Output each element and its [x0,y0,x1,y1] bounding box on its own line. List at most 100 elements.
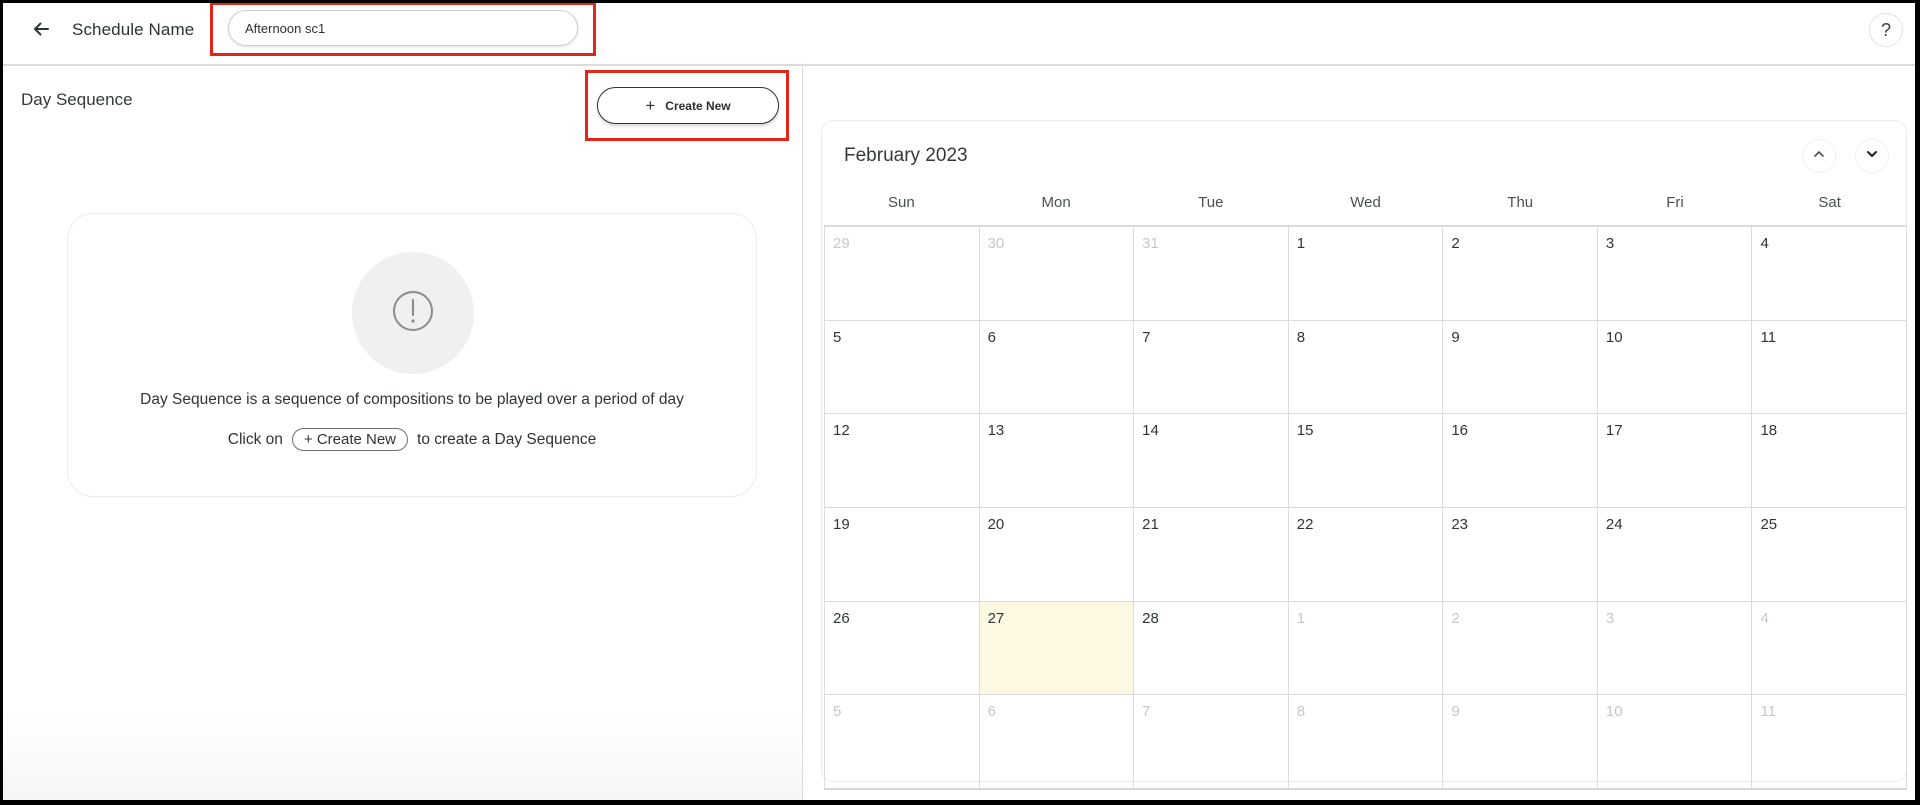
day-number: 19 [833,516,850,534]
day-number: 3 [1605,609,1615,627]
day-number: 9 [1451,703,1460,721]
help-button[interactable]: ? [1869,13,1903,47]
calendar-day-cell[interactable]: 5 [824,320,979,414]
calendar-day-cell[interactable]: 23 [1442,508,1597,601]
day-number: 2 [1451,235,1460,252]
calendar-day-cell-outside-month[interactable]: 6 [978,695,1134,789]
day-number: 11 [1760,703,1777,721]
calendar-day-cell-outside-month[interactable]: 7 [1133,695,1288,789]
day-number: 25 [1760,516,1778,534]
calendar-day-cell[interactable]: 11 [1751,320,1908,414]
day-number: 30 [987,235,1005,252]
day-number: 29 [833,235,850,252]
calendar-day-cell[interactable]: 12 [824,414,979,508]
day-number: 17 [1605,422,1623,440]
day-number: 15 [1296,422,1314,440]
empty-state-icon-container [352,252,474,374]
schedule-name-label: Schedule Name [72,20,195,39]
day-number: 9 [1451,328,1460,346]
calendar-day-cell[interactable]: 10 [1596,320,1752,414]
calendar-day-cell[interactable]: 13 [978,414,1134,508]
arrow-left-icon [31,19,51,44]
create-new-button[interactable]: + Create New [597,87,779,124]
calendar-week-row: 5 6 7 8 9 10 11 [824,695,1908,791]
day-number: 27 [987,609,1005,627]
weekday-header-row: Sun Mon Tue Wed Thu Fri Sat [824,188,1907,227]
calendar-week-row: 5 6 7 8 9 10 11 [824,320,1908,415]
day-number: 1 [1296,609,1306,627]
calendar-day-cell-today[interactable]: 27 [978,601,1134,695]
weekday-sat: Sat [1818,194,1841,211]
empty-state-description: Day Sequence is a sequence of compositio… [140,391,684,408]
calendar-week-row: 12 13 14 15 16 17 18 [824,414,1908,509]
calendar-day-cell-outside-month[interactable]: 30 [978,227,1134,320]
calendar-day-cell[interactable]: 8 [1287,320,1443,414]
day-number: 28 [1142,609,1159,627]
day-number: 24 [1605,516,1623,534]
day-number: 5 [833,703,842,721]
plus-icon: + [645,96,656,115]
calendar-day-cell[interactable]: 18 [1751,414,1908,508]
day-number: 20 [987,516,1005,534]
calendar-day-cell-outside-month[interactable]: 10 [1596,695,1752,789]
day-number: 8 [1296,328,1306,346]
back-button[interactable] [25,15,57,47]
top-bar: Schedule Name ? [3,3,1915,66]
calendar-day-cell-outside-month[interactable]: 31 [1133,227,1288,320]
calendar-month-title: February 2023 [844,145,968,166]
day-number: 21 [1142,516,1159,534]
calendar-day-cell[interactable]: 24 [1596,508,1752,601]
empty-state-hint: Click on + Create New to create a Day Se… [68,428,756,451]
day-number: 22 [1296,516,1314,534]
day-number: 12 [833,422,850,440]
calendar-week-row: 19 20 21 22 23 24 25 [824,508,1908,602]
calendar-day-cell[interactable]: 28 [1133,601,1288,695]
calendar-day-cell[interactable]: 7 [1133,320,1288,414]
day-number: 31 [1142,235,1159,252]
hint-suffix: to create a Day Sequence [417,430,597,448]
day-number: 13 [987,422,1005,440]
day-number: 11 [1760,328,1777,346]
calendar-day-cell[interactable]: 16 [1442,414,1597,508]
calendar-day-cell[interactable]: 26 [824,601,979,695]
empty-state-card: Day Sequence is a sequence of compositio… [67,213,757,497]
calendar-day-cell[interactable]: 9 [1442,320,1597,414]
calendar-day-cell-outside-month[interactable]: 29 [824,227,979,320]
calendar-day-cell[interactable]: 1 [1287,227,1443,320]
schedule-name-input[interactable] [228,10,578,46]
inline-create-new-button[interactable]: + Create New [291,428,409,451]
calendar-day-cell[interactable]: 15 [1287,414,1443,508]
calendar-day-cell-outside-month[interactable]: 8 [1287,695,1443,789]
weekday-thu: Thu [1507,194,1534,211]
calendar-day-cell-outside-month[interactable]: 3 [1596,601,1752,695]
previous-month-button[interactable] [1802,139,1836,173]
calendar-day-cell[interactable]: 19 [824,508,979,601]
calendar-day-cell[interactable]: 21 [1133,508,1288,601]
next-month-button[interactable] [1855,139,1889,173]
calendar-day-cell[interactable]: 2 [1442,227,1597,320]
calendar-weeks: 29 30 31 1 2 3 4 5 6 7 8 9 10 11 12 13 14 15 16 17 18 19 20 21 2… [824,227,1908,791]
day-number: 18 [1760,422,1778,440]
day-number: 14 [1142,422,1159,440]
day-number: 7 [1142,328,1151,346]
calendar-day-cell[interactable]: 4 [1751,227,1908,320]
day-number: 8 [1296,703,1306,721]
day-number: 10 [1605,703,1623,721]
calendar-day-cell[interactable]: 22 [1287,508,1443,601]
calendar-day-cell-outside-month[interactable]: 4 [1751,601,1908,695]
calendar-day-cell[interactable]: 14 [1133,414,1288,508]
calendar-day-cell[interactable]: 25 [1751,508,1908,601]
calendar-day-cell-outside-month[interactable]: 5 [824,695,979,789]
calendar-day-cell[interactable]: 6 [978,320,1134,414]
calendar-grid: Sun Mon Tue Wed Thu Fri Sat 29 30 31 1 2 3 4 5 6… [824,188,1908,791]
calendar-day-cell-outside-month[interactable]: 2 [1442,601,1597,695]
calendar-day-cell-outside-month[interactable]: 9 [1442,695,1597,789]
calendar-day-cell[interactable]: 20 [978,508,1134,601]
calendar: February 2023 Sun Mon Tue Wed Thu Fri Sa… [821,120,1908,791]
calendar-day-cell-outside-month[interactable]: 1 [1287,601,1443,695]
calendar-day-cell[interactable]: 17 [1596,414,1752,508]
calendar-week-row: 26 27 28 1 2 3 4 [824,601,1908,696]
day-sequence-panel: Day Sequence + Create New Day Sequence i… [3,66,803,800]
calendar-day-cell[interactable]: 3 [1596,227,1752,320]
calendar-day-cell-outside-month[interactable]: 11 [1751,695,1908,789]
